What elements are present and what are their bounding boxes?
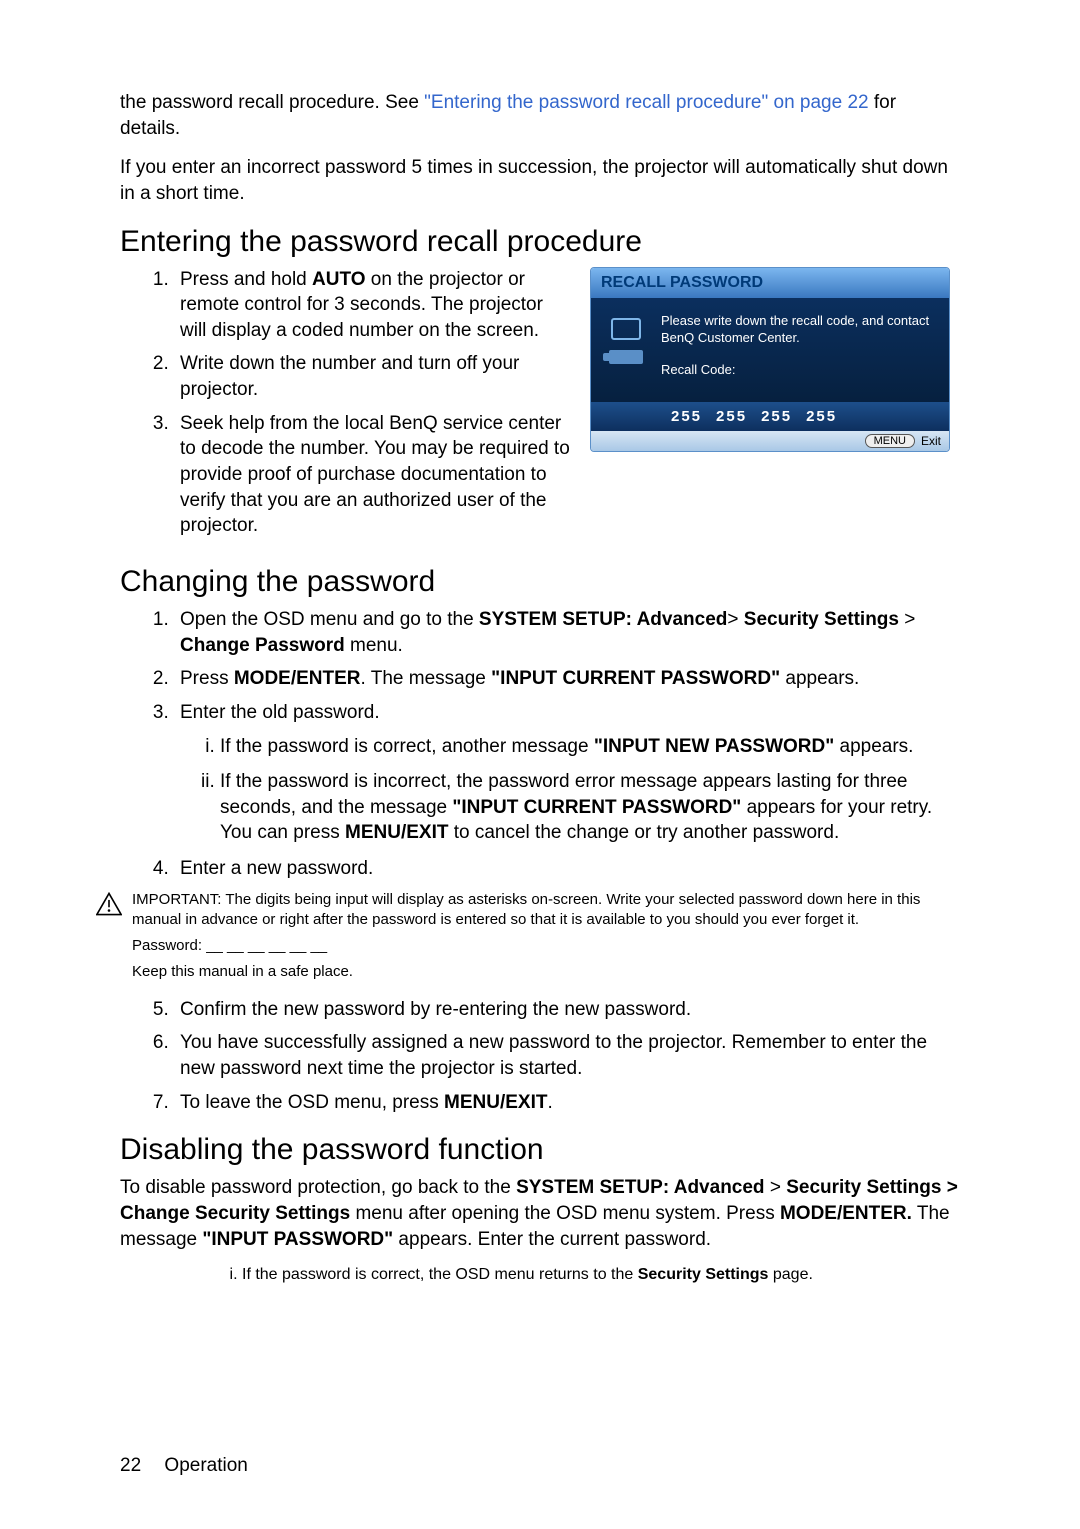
osd-projector-icon — [605, 312, 647, 385]
list-item: Confirm the new password by re-entering … — [174, 997, 960, 1023]
osd-message: Please write down the recall code, and c… — [661, 312, 935, 347]
list-item: Seek help from the local BenQ service ce… — [174, 411, 570, 539]
heading-recall-procedure: Entering the password recall procedure — [120, 225, 960, 259]
osd-exit-label: Exit — [921, 434, 941, 448]
intro-para-1: the password recall procedure. See "Ente… — [120, 90, 960, 141]
osd-recall-label: Recall Code: — [661, 361, 935, 379]
page-footer: 22 Operation — [120, 1455, 248, 1477]
list-item: You have successfully assigned a new pas… — [174, 1030, 960, 1081]
heading-disable-password: Disabling the password function — [120, 1133, 960, 1167]
heading-changing-password: Changing the password — [120, 565, 960, 599]
disable-password-para: To disable password protection, go back … — [120, 1175, 960, 1252]
list-item: To leave the OSD menu, press MENU/EXIT. — [174, 1090, 960, 1116]
list-item: Open the OSD menu and go to the SYSTEM S… — [174, 607, 960, 658]
list-item: If the password is incorrect, the passwo… — [220, 769, 960, 846]
important-note: IMPORTANT: The digits being input will d… — [132, 890, 960, 931]
list-item: Press MODE/ENTER. The message "INPUT CUR… — [174, 666, 960, 692]
change-password-list-cont: Confirm the new password by re-entering … — [120, 997, 960, 1116]
osd-title: RECALL PASSWORD — [591, 268, 949, 298]
list-item: Enter a new password. — [174, 856, 960, 882]
list-item: Press and hold AUTO on the projector or … — [174, 267, 570, 344]
list-item: If the password is correct, the OSD menu… — [242, 1266, 960, 1284]
footer-section: Operation — [164, 1455, 247, 1476]
list-item: Write down the number and turn off your … — [174, 351, 570, 402]
page-number: 22 — [120, 1455, 141, 1476]
password-recall-link[interactable]: "Entering the password recall procedure"… — [424, 92, 868, 113]
change-password-list: Open the OSD menu and go to the SYSTEM S… — [120, 607, 960, 882]
list-item: If the password is correct, another mess… — [220, 734, 960, 760]
osd-menu-button[interactable]: MENU — [865, 434, 915, 448]
caution-icon — [96, 892, 122, 916]
list-item: Enter the old password. If the password … — [174, 700, 960, 846]
osd-recall-password: RECALL PASSWORD Please write down the re… — [590, 267, 950, 453]
safe-place-note: Keep this manual in a safe place. — [132, 962, 960, 982]
intro-para-2: If you enter an incorrect password 5 tim… — [120, 155, 960, 206]
osd-recall-code: 255255255255 — [591, 402, 949, 431]
password-blank-line: Password: __ __ __ __ __ __ — [132, 936, 960, 956]
disable-sub-list: If the password is correct, the OSD menu… — [162, 1266, 960, 1284]
recall-steps-list: Press and hold AUTO on the projector or … — [120, 267, 570, 539]
